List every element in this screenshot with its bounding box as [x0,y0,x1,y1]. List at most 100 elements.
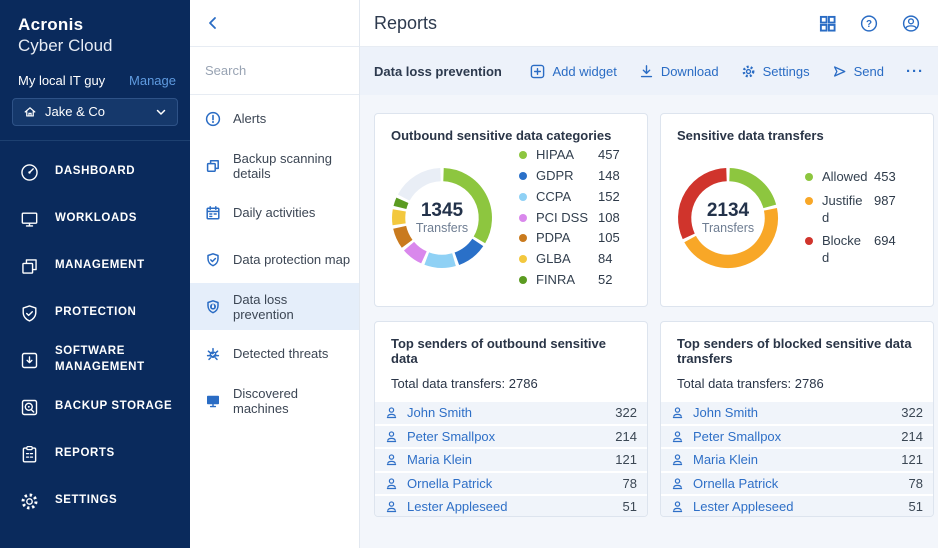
person-icon [671,453,684,466]
sender-list: John Smith322Peter Smallpox214Maria Klei… [661,402,933,517]
settings-label: Settings [763,64,810,79]
legend-dot [519,214,527,222]
more-actions-button[interactable]: ··· [906,63,924,80]
sender-value: 121 [615,452,637,467]
search-input[interactable] [190,63,359,78]
legend-dot [805,197,813,205]
sender-value: 121 [901,452,923,467]
reports-icon [18,443,40,465]
sender-name-link[interactable]: Ornella Patrick [693,476,778,491]
person-icon [671,477,684,490]
legend-item: Allowed453 [805,169,896,186]
primary-nav: DASHBOARD WORKLOADS MANAGEMENT PROTECTIO… [0,141,190,525]
legend-value: 694 [874,233,896,250]
sender-value: 78 [623,476,637,491]
person-icon [385,453,398,466]
legend-item: Blocked694 [805,233,896,267]
donut-chart-categories: 1345 Transfers [391,167,493,269]
sidebar-item-reports[interactable]: REPORTS [0,431,190,478]
sender-name-link[interactable]: Lester Appleseed [693,499,793,514]
nav-label: DASHBOARD [55,164,135,180]
report-item-label: Backup scanning details [233,151,351,181]
sender-row: John Smith322 [375,402,647,424]
legend-item: Justified987 [805,193,896,227]
legend-dot [519,172,527,180]
sidebar-item-backup-storage[interactable]: BACKUP STORAGE [0,384,190,431]
account-icon[interactable] [902,14,920,32]
legend-dot [805,173,813,181]
report-item-data-loss-prevention[interactable]: Data loss prevention [190,283,359,330]
report-item-alerts[interactable]: Alerts [190,95,359,142]
legend-label: Allowed [822,169,868,186]
legend-dot [805,237,813,245]
report-item-discovered-machines[interactable]: Discovered machines [190,377,359,424]
sidebar-item-dashboard[interactable]: DASHBOARD [0,149,190,196]
sender-name-link[interactable]: Maria Klein [407,452,472,467]
person-icon [671,406,684,419]
legend-value: 457 [598,147,620,164]
apps-grid-icon[interactable] [818,14,836,32]
report-item-detected-threats[interactable]: Detected threats [190,330,359,377]
sender-name-link[interactable]: Maria Klein [693,452,758,467]
donut-total-value: 1345 [421,201,463,222]
report-item-label: Daily activities [233,205,315,220]
widget-outbound-categories: Outbound sensitive data categories 1345 … [374,113,648,307]
sender-row: Peter Smallpox214 [375,426,647,448]
sidebar-item-protection[interactable]: PROTECTION [0,290,190,337]
sender-value: 51 [909,499,923,514]
back-button[interactable] [205,15,221,31]
legend-item: PCI DSS108 [519,210,620,227]
legend-dot [519,276,527,284]
report-item-data-protection-map[interactable]: Data protection map [190,236,359,283]
nav-label: SETTINGS [55,493,117,509]
person-icon [385,477,398,490]
sender-row: Lester Appleseed 51 [661,496,933,517]
nav-label: MANAGEMENT [55,258,145,274]
alert-icon [205,111,221,127]
main-header: Reports ? [360,0,938,47]
widget-top-senders-outbound: Top senders of outbound sensitive data T… [374,321,648,517]
help-icon[interactable]: ? [860,14,878,32]
tenant-selector[interactable]: Jake & Co [12,98,178,126]
app-window: Acronis Cyber Cloud My local IT guy Mana… [0,0,938,548]
legend-value: 148 [598,168,620,185]
legend-label: PDPA [536,230,592,247]
nav-label: SOFTWARE MANAGEMENT [55,344,165,375]
report-item-daily-activities[interactable]: Daily activities [190,189,359,236]
manage-link[interactable]: Manage [129,73,176,88]
report-item-backup-scanning-details[interactable]: Backup scanning details [190,142,359,189]
legend-value: 84 [598,251,612,268]
settings-icon [18,490,40,512]
sender-name-link[interactable]: Ornella Patrick [407,476,492,491]
sender-name-link[interactable]: John Smith [407,405,472,420]
legend-label: HIPAA [536,147,592,164]
sender-name-link[interactable]: John Smith [693,405,758,420]
sender-name-link[interactable]: Peter Smallpox [407,429,495,444]
settings-button[interactable]: Settings [741,64,810,79]
add-widget-button[interactable]: Add widget [530,64,616,79]
sender-name-link[interactable]: Peter Smallpox [693,429,781,444]
sender-row: Ornella Patrick 78 [375,473,647,495]
sender-name-link[interactable]: Lester Appleseed [407,499,507,514]
legend-item: HIPAA 457 [519,147,620,164]
legend-label: GDPR [536,168,592,185]
sidebar-item-settings[interactable]: SETTINGS [0,478,190,525]
sender-row: John Smith322 [661,402,933,424]
donut-total-label: Transfers [702,221,754,235]
sender-value: 78 [909,476,923,491]
sidebar-item-management[interactable]: MANAGEMENT [0,243,190,290]
sidebar-item-software-management[interactable]: SOFTWARE MANAGEMENT [0,337,190,384]
send-button[interactable]: Send [832,64,884,79]
machine-icon [205,393,221,409]
legend-dot [519,151,527,159]
nav-label: PROTECTION [55,305,136,321]
legend-value: 152 [598,189,620,206]
acronis-logo: Acronis Cyber Cloud [0,0,190,57]
download-button[interactable]: Download [639,64,719,79]
sender-row: Lester Appleseed51 [375,496,647,517]
legend-item: CCPA152 [519,189,620,206]
dashboard-content: Outbound sensitive data categories 1345 … [360,95,938,548]
sidebar-item-workloads[interactable]: WORKLOADS [0,196,190,243]
download-label: Download [661,64,719,79]
workloads-icon [18,208,40,230]
